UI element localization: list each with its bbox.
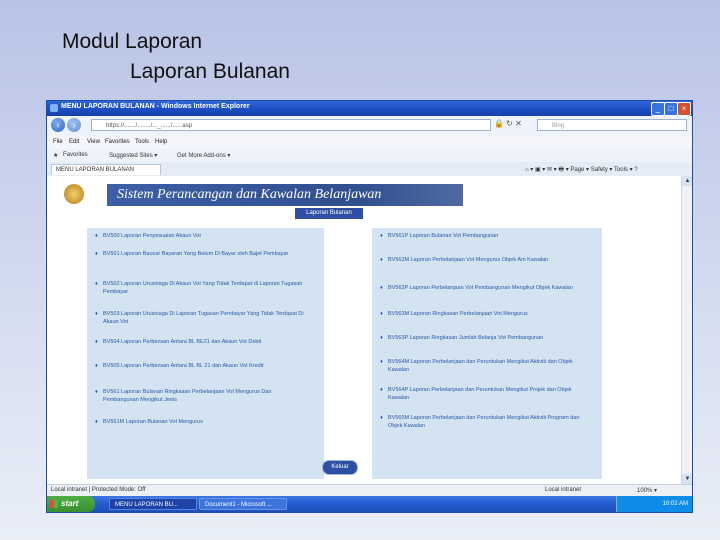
menu-edit[interactable]: Edit (69, 139, 79, 145)
favorites-item[interactable]: Suggested Sites ▾ (109, 152, 157, 159)
favorites-item[interactable]: Get More Add-ons ▾ (177, 152, 230, 159)
minimize-button[interactable]: _ (651, 102, 665, 116)
address-bar: ‹ › https://......./......../..._....../… (47, 116, 692, 137)
menu-help[interactable]: Help (155, 139, 167, 145)
windows-flag-icon (50, 500, 58, 508)
report-link[interactable]: ♦ BV501 Laporan Baucar Bayaran Yang Belum… (95, 250, 305, 258)
report-link[interactable]: ♦ BV561P Laporan Bulanan Vot Pembangunan (380, 232, 590, 240)
system-tray-clock: 10:02 AM (616, 496, 692, 512)
url-input[interactable]: https://......./......../..._....../....… (91, 119, 491, 131)
back-icon[interactable]: ‹ (51, 118, 65, 132)
slide-subtitle: Laporan Bulanan (130, 60, 290, 83)
browser-screenshot: MENU LAPORAN BULANAN - Windows Internet … (46, 100, 693, 513)
report-link[interactable]: ♦ BV502 Laporan Urusniaga Di Akaun Vot Ya… (95, 280, 305, 296)
zoom-control[interactable]: 100% ▾ (637, 487, 657, 494)
tab-menu-laporan[interactable]: MENU LAPORAN BULANAN (51, 164, 161, 175)
slide-title: Modul Laporan (62, 30, 203, 53)
window-title: MENU LAPORAN BULANAN - Windows Internet … (61, 103, 250, 110)
favorites-bar: ★ Favorites Suggested Sites ▾ Get More A… (47, 149, 692, 163)
report-link[interactable]: ♦ BV562P Laporan Perbelanjaan Vot Pembang… (380, 284, 590, 292)
status-text: Local intranet | Protected Mode: Off (51, 487, 146, 493)
refresh-icon[interactable]: 🔒 ↻ ✕ (494, 119, 522, 128)
report-link[interactable]: ♦ BV561 Laporan Bulanan Ringkasan Perbela… (95, 388, 305, 404)
taskbar-item[interactable]: Document1 - Microsoft ... (199, 498, 287, 510)
forward-icon[interactable]: › (67, 118, 81, 132)
left-report-panel: ♦ BV500 Laporan Penyesuaian Akaun Vot ♦ BV… (87, 228, 324, 479)
menu-view[interactable]: View (87, 139, 100, 145)
report-link[interactable]: ♦ BV503 Laporan Urusniaga Di Laporan Tuga… (95, 310, 305, 326)
report-link[interactable]: ♦ BV564M Laporan Perbelanjaan dan Peruntu… (380, 358, 590, 374)
scroll-up-icon[interactable]: ▲ (682, 176, 692, 186)
favorites-star-icon[interactable]: ★ (53, 152, 58, 159)
keluar-button[interactable]: Keluar (322, 460, 358, 475)
banner-title: Sistem Perancangan dan Kawalan Belanjawa… (117, 187, 382, 202)
favorites-label[interactable]: Favorites (63, 152, 88, 158)
report-link[interactable]: ♦ BV562M Laporan Perbelanjaan Vot Menguru… (380, 256, 590, 264)
government-crest-icon (64, 184, 84, 204)
taskbar-item[interactable]: MENU LAPORAN BU... (109, 498, 197, 510)
report-link[interactable]: ♦ BV505 Laporan Perbezaan Antara BL BL 21… (95, 362, 305, 370)
zone-indicator: Local intranet (545, 487, 582, 493)
maximize-button[interactable]: □ (664, 102, 678, 116)
taskbar: start MENU LAPORAN BU... Document1 - Mic… (47, 496, 692, 512)
start-button[interactable]: start (47, 496, 95, 512)
report-link[interactable]: ♦ BV561M Laporan Bulanan Vot Mengurus (95, 418, 305, 426)
right-report-panel: ♦ BV561P Laporan Bulanan Vot Pembangunan … (372, 228, 602, 479)
system-banner: Sistem Perancangan dan Kawalan Belanjawa… (107, 184, 463, 206)
toolbar-icons[interactable]: ⌂ ▾ ▣ ▾ ✉ ▾ 🖶 ▾ Page ▾ Safety ▾ Tools ▾ … (525, 165, 638, 175)
menu-tools[interactable]: Tools (135, 139, 149, 145)
menu-bar: File Edit View Favorites Tools Help (47, 136, 692, 149)
start-label: start (61, 499, 79, 508)
report-link[interactable]: ♦ BV564P Laporan Perbelanjaan dan Peruntu… (380, 386, 590, 402)
ie-icon (50, 104, 58, 112)
page-content: Sistem Perancangan dan Kawalan Belanjawa… (47, 176, 681, 484)
menu-file[interactable]: File (53, 139, 63, 145)
tab-bar: MENU LAPORAN BULANAN ⌂ ▾ ▣ ▾ ✉ ▾ 🖶 ▾ Pag… (47, 162, 692, 177)
window-titlebar: MENU LAPORAN BULANAN - Windows Internet … (47, 101, 692, 116)
vertical-scrollbar[interactable]: ▲ ▼ (681, 176, 692, 484)
report-link[interactable]: ♦ BV563M Laporan Ringkasan Perbelanjaan V… (380, 310, 590, 318)
report-link[interactable]: ♦ BV500 Laporan Penyesuaian Akaun Vot (95, 232, 305, 240)
report-link[interactable]: ♦ BV504 Laporan Perbezaan Antara BL BE21 … (95, 338, 305, 346)
close-button[interactable]: × (677, 102, 691, 116)
laporan-bulanan-button[interactable]: Laporan Bulanan (295, 208, 363, 219)
scroll-down-icon[interactable]: ▼ (682, 474, 692, 484)
report-link[interactable]: ♦ BV565M Laporan Perbelanjaan dan Peruntu… (380, 414, 590, 430)
search-input[interactable]: Bing (537, 119, 687, 131)
menu-favorites[interactable]: Favorites (105, 139, 130, 145)
report-link[interactable]: ♦ BV563P Laporan Ringkasan Jumlah Belanja… (380, 334, 590, 342)
